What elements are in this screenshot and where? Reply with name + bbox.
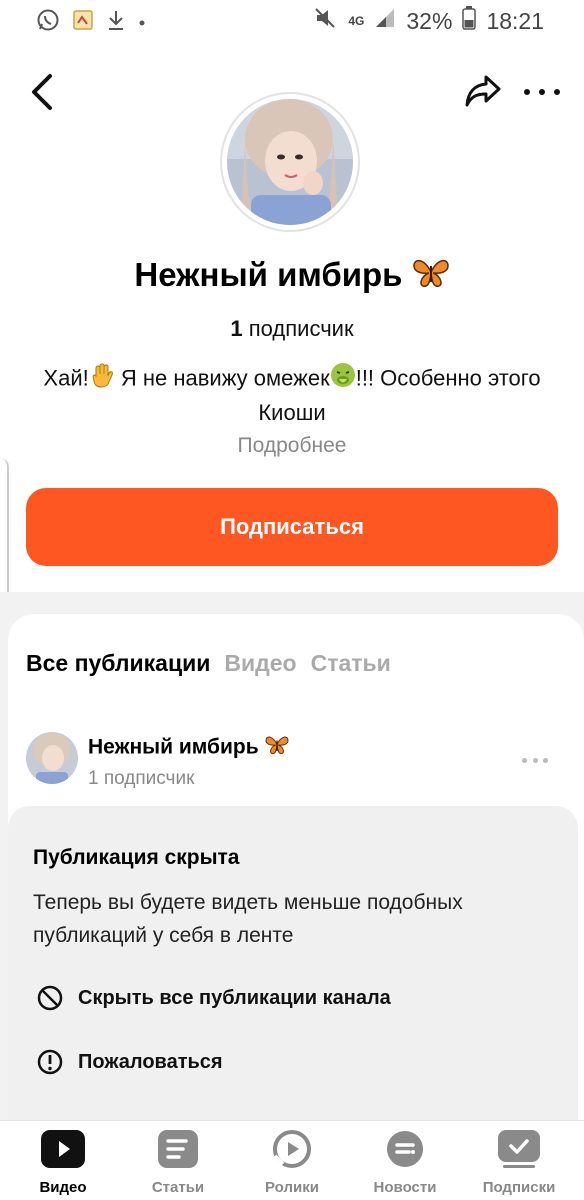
post-more-button[interactable] [522, 758, 548, 764]
nav-item-articles[interactable]: Статьи [123, 1129, 233, 1196]
channel-name-text: Нежный имбирь [134, 256, 403, 293]
nav-item-video[interactable]: Видео [8, 1129, 118, 1196]
channel-name: Нежный имбирь [0, 256, 584, 298]
channel-description: Хай! Я не навижу омежек!!! Особенно этог… [40, 362, 544, 429]
subscriber-number: 1 [230, 316, 243, 341]
description-text-2: Я не навижу омежек [114, 365, 330, 391]
more-horizontal-icon [522, 758, 527, 763]
post-author-name-text: Нежный имбирь [88, 735, 259, 759]
content-tabs: Все публикации Видео Статьи [26, 650, 391, 677]
post-author-avatar[interactable] [26, 732, 78, 784]
nav-item-subscriptions[interactable]: Подписки [464, 1129, 574, 1196]
signal-icon [374, 7, 396, 35]
subscriber-label: подписчик [248, 316, 354, 341]
butterfly-icon [412, 256, 450, 298]
battery-percent: 32% [406, 7, 453, 34]
hidden-publication-text: Теперь вы будете видеть меньше подобных … [33, 891, 463, 947]
subscribe-button[interactable]: Подписаться [26, 488, 558, 566]
nav-label-articles: Статьи [151, 1179, 205, 1196]
dot-icon [138, 14, 146, 32]
nav-item-news[interactable]: Новости [350, 1129, 460, 1196]
share-button[interactable] [464, 74, 502, 108]
notification-icon [72, 9, 94, 36]
more-options-button[interactable] [524, 84, 560, 100]
hide-all-label: Скрыть все публикации канала [78, 986, 391, 1009]
status-bar: 4G 32% 18:21 [0, 0, 584, 40]
tab-video[interactable]: Видео [224, 650, 296, 677]
post-author-name[interactable]: Нежный имбирь [88, 734, 290, 762]
report-label: Пожаловаться [78, 1050, 223, 1073]
report-button[interactable]: Пожаловаться [36, 1048, 223, 1076]
subscriptions-icon [496, 1129, 542, 1169]
more-details-link[interactable]: Подробнее [0, 434, 584, 458]
bottom-navigation: Видео Статьи Ролики Новости Подписки [0, 1120, 584, 1200]
subscriber-count: 1 подписчик [0, 316, 584, 342]
channel-avatar[interactable] [220, 92, 360, 232]
nav-label-clips: Ролики [265, 1179, 319, 1196]
waving-hand-icon [89, 362, 115, 397]
nav-label-news: Новости [373, 1179, 437, 1196]
butterfly-icon [264, 734, 290, 762]
back-button[interactable] [24, 70, 64, 114]
clock: 18:21 [486, 7, 544, 34]
nav-label-subscriptions: Подписки [482, 1179, 556, 1196]
post-author-subscribers: 1 подписчик [88, 768, 195, 789]
block-icon [37, 985, 63, 1011]
share-icon [465, 75, 501, 107]
clips-icon [269, 1129, 315, 1169]
hidden-publication-title: Публикация скрыта [33, 846, 240, 869]
download-icon [106, 9, 126, 36]
network-type: 4G [348, 14, 365, 28]
tab-all-publications[interactable]: Все публикации [26, 650, 210, 677]
tab-articles[interactable]: Статьи [311, 650, 391, 677]
battery-icon [462, 6, 477, 36]
vomiting-face-icon [330, 362, 356, 397]
nav-label-video: Видео [39, 1179, 87, 1196]
article-icon [155, 1129, 201, 1169]
nav-item-clips[interactable]: Ролики [237, 1129, 347, 1196]
avatar-image [227, 99, 353, 225]
play-icon [40, 1129, 86, 1169]
whatsapp-icon [36, 8, 60, 37]
news-icon [382, 1129, 428, 1169]
alert-circle-icon [37, 1049, 63, 1075]
description-text-1: Хай! [43, 365, 89, 391]
hide-all-channel-publications-button[interactable]: Скрыть все публикации канала [36, 984, 391, 1012]
more-horizontal-icon [524, 89, 530, 95]
chevron-left-icon [32, 74, 52, 110]
mute-icon [314, 7, 338, 35]
